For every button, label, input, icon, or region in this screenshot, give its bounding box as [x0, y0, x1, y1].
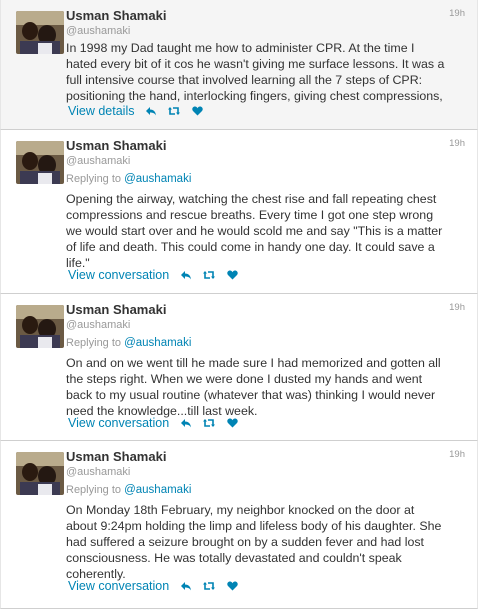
avatar[interactable]: [16, 11, 64, 54]
tweet-text: On and on we went till he made sure I ha…: [66, 356, 441, 418]
tweet-text: On Monday 18th February, my neighbor kno…: [66, 503, 442, 581]
author-name[interactable]: Usman Shamaki: [66, 138, 166, 153]
reply-icon[interactable]: [145, 105, 157, 117]
author-handle[interactable]: @aushamaki: [66, 25, 130, 37]
reply-icon[interactable]: [180, 580, 192, 592]
timestamp[interactable]: 19h: [449, 302, 465, 313]
view-conversation-link[interactable]: View conversation: [68, 579, 169, 593]
avatar[interactable]: [16, 452, 64, 495]
author-name[interactable]: Usman Shamaki: [66, 8, 166, 23]
tweet[interactable]: Usman Shamaki @aushamaki 19h In 1998 my …: [0, 0, 478, 130]
view-details-link[interactable]: View details: [68, 104, 134, 118]
retweet-icon[interactable]: [203, 580, 216, 592]
tweet[interactable]: Usman Shamaki @aushamaki 19h Replying to…: [0, 441, 478, 609]
avatar[interactable]: [16, 141, 64, 184]
mention-link[interactable]: @aushamaki: [124, 337, 191, 349]
tweet-actions: View conversation: [68, 579, 249, 593]
retweet-icon[interactable]: [203, 417, 216, 429]
replying-to: Replying to @aushamaki: [66, 173, 191, 185]
timestamp[interactable]: 19h: [449, 449, 465, 460]
view-conversation-link[interactable]: View conversation: [68, 416, 169, 430]
retweet-icon[interactable]: [168, 105, 181, 117]
tweet-text: In 1998 my Dad taught me how to administ…: [66, 41, 445, 103]
heart-icon[interactable]: [226, 580, 238, 592]
mention-link[interactable]: @aushamaki: [124, 484, 191, 496]
author-handle[interactable]: @aushamaki: [66, 466, 130, 478]
replying-to-label: Replying to: [66, 484, 125, 496]
timestamp[interactable]: 19h: [449, 8, 465, 19]
view-conversation-link[interactable]: View conversation: [68, 268, 169, 282]
tweet-actions: View conversation: [68, 268, 249, 282]
replying-to-label: Replying to: [66, 173, 125, 185]
replying-to-label: Replying to: [66, 337, 125, 349]
author-handle[interactable]: @aushamaki: [66, 155, 130, 167]
author-name[interactable]: Usman Shamaki: [66, 449, 166, 464]
replying-to: Replying to @aushamaki: [66, 337, 191, 349]
retweet-icon[interactable]: [203, 269, 216, 281]
tweet-actions: View details: [68, 104, 214, 118]
author-handle[interactable]: @aushamaki: [66, 319, 130, 331]
tweet-text: Opening the airway, watching the chest r…: [66, 192, 443, 270]
tweet[interactable]: Usman Shamaki @aushamaki 19h Replying to…: [0, 294, 478, 441]
author-name[interactable]: Usman Shamaki: [66, 302, 166, 317]
heart-icon[interactable]: [191, 105, 203, 117]
mention-link[interactable]: @aushamaki: [124, 173, 191, 185]
heart-icon[interactable]: [226, 417, 238, 429]
avatar[interactable]: [16, 305, 64, 348]
reply-icon[interactable]: [180, 417, 192, 429]
reply-icon[interactable]: [180, 269, 192, 281]
timestamp[interactable]: 19h: [449, 138, 465, 149]
tweet[interactable]: Usman Shamaki @aushamaki 19h Replying to…: [0, 130, 478, 294]
replying-to: Replying to @aushamaki: [66, 484, 191, 496]
tweet-thread: Usman Shamaki @aushamaki 19h In 1998 my …: [0, 0, 480, 609]
tweet-actions: View conversation: [68, 416, 249, 430]
heart-icon[interactable]: [226, 269, 238, 281]
